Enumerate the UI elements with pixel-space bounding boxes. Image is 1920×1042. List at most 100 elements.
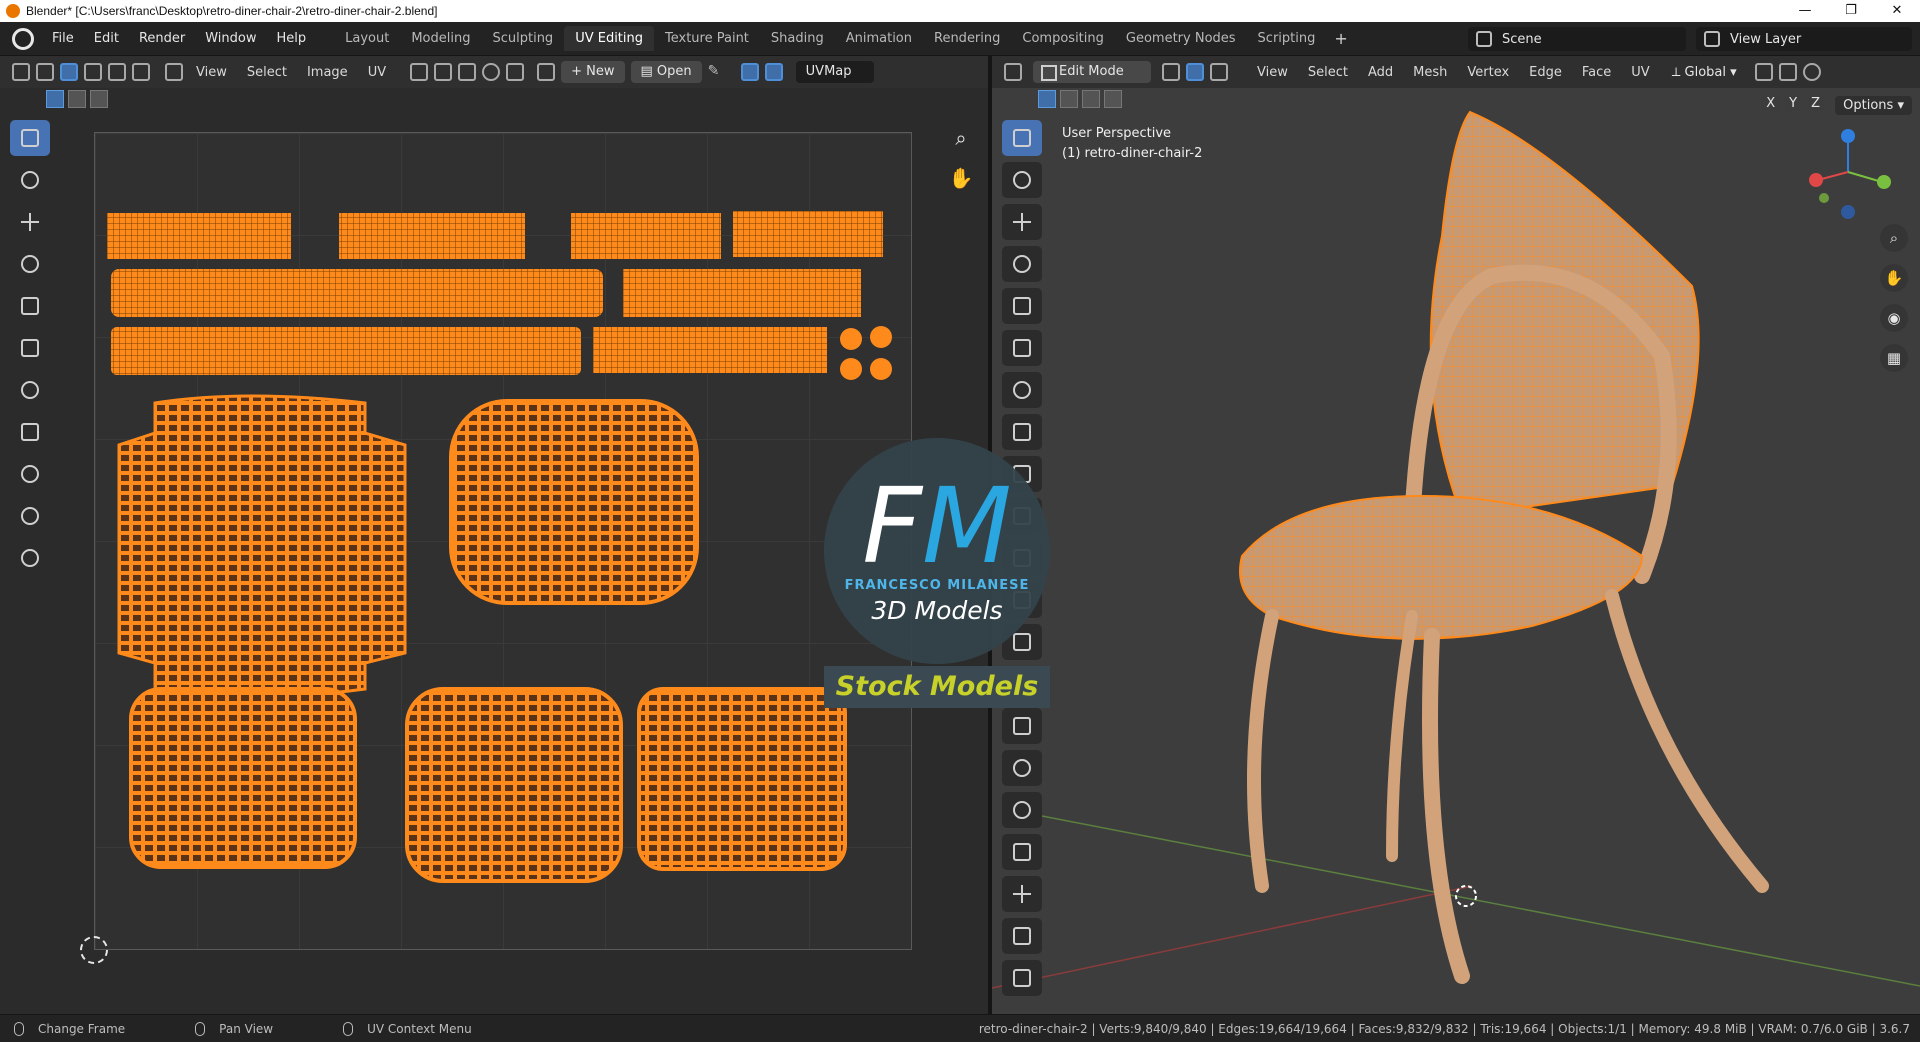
tab-shading[interactable]: Shading [760,26,835,51]
edge-mode-icon[interactable] [1186,63,1204,81]
mirror-y-toggle[interactable]: Y [1785,96,1802,111]
menu-help[interactable]: Help [267,31,317,46]
tab-sculpting[interactable]: Sculpting [481,26,564,51]
mirror-x-toggle[interactable]: X [1762,96,1780,111]
grab-tool[interactable] [10,456,50,492]
vp-menu-add[interactable]: Add [1358,65,1403,80]
vp-shrink-tool[interactable] [1002,876,1042,912]
pin-icon[interactable]: ✎ [708,63,726,81]
add-workspace-button[interactable]: + [1326,29,1355,48]
vertex-select-icon[interactable] [60,63,78,81]
tab-geometry-nodes[interactable]: Geometry Nodes [1115,26,1247,51]
transform-pivot-icon[interactable] [1754,63,1773,81]
menu-window[interactable]: Window [195,31,266,46]
menu-edit[interactable]: Edit [84,31,129,46]
vp-menu-edge[interactable]: Edge [1519,65,1572,80]
tab-uv-editing[interactable]: UV Editing [564,26,655,51]
uv-menu-image[interactable]: Image [297,65,358,80]
overlays-icon[interactable] [764,63,783,81]
menu-file[interactable]: File [42,31,84,46]
proportional-edit-icon[interactable] [482,63,501,81]
tab-modeling[interactable]: Modeling [400,26,481,51]
zoom-icon[interactable]: ⌕ [948,126,974,152]
snap-icon[interactable] [434,63,453,81]
select-extend-icon[interactable] [68,90,86,108]
uvmap-selector[interactable]: UVMap [795,61,874,83]
cursor-tool[interactable] [10,162,50,198]
vp-snap-icon[interactable] [1778,63,1797,81]
vp-smooth-tool[interactable] [1002,792,1042,828]
scale-tool[interactable] [10,288,50,324]
uv-menu-uv[interactable]: UV [358,65,396,80]
uv-2d-cursor-icon[interactable] [80,936,108,964]
vp-cursor-tool[interactable] [1002,162,1042,198]
tab-rendering[interactable]: Rendering [923,26,1011,51]
restore-button[interactable]: ❐ [1828,0,1874,22]
uv-menu-select[interactable]: Select [237,65,297,80]
options-button[interactable]: Options ▾ [1835,96,1912,115]
mode-selector[interactable]: Edit Mode [1033,61,1151,83]
rip-tool[interactable] [10,414,50,450]
vp-menu-select[interactable]: Select [1298,65,1358,80]
tab-texture-paint[interactable]: Texture Paint [654,26,760,51]
island-select-icon[interactable] [132,63,150,81]
select-subtract-icon[interactable] [90,90,108,108]
select-new-icon[interactable] [46,90,64,108]
vp-pan-icon[interactable]: ✋ [1880,264,1908,292]
rotate-tool[interactable] [10,246,50,282]
vp-shear-tool[interactable] [1002,918,1042,954]
tab-scripting[interactable]: Scripting [1247,26,1327,51]
vp-poly-build-tool[interactable] [1002,708,1042,744]
vp-select-subtract-icon[interactable] [1082,90,1100,108]
menu-render[interactable]: Render [129,31,195,46]
vp-annotate-tool[interactable] [1002,372,1042,408]
select-box-tool[interactable] [10,120,50,156]
vertex-mode-icon[interactable] [1162,63,1180,81]
uv-canvas[interactable] [94,132,912,950]
vp-select-new-icon[interactable] [1038,90,1056,108]
neg-y-axis-icon[interactable] [1819,193,1829,203]
sticky-select-icon[interactable] [165,63,183,81]
snap-target-icon[interactable] [458,63,477,81]
axis-navigation-gizmo[interactable] [1800,124,1896,220]
face-select-icon[interactable] [108,63,126,81]
vp-scale-tool[interactable] [1002,288,1042,324]
edge-select-icon[interactable] [84,63,102,81]
pan-hand-icon[interactable]: ✋ [948,166,974,192]
move-tool[interactable] [10,204,50,240]
3d-viewport[interactable]: Edit Mode View Select Add Mesh Vertex Ed… [992,56,1920,1014]
image-browse-icon[interactable] [537,63,556,81]
vp-rotate-tool[interactable] [1002,246,1042,282]
vp-menu-mesh[interactable]: Mesh [1403,65,1457,80]
vp-menu-uv[interactable]: UV [1621,65,1659,80]
uv-sync-icon[interactable] [740,63,759,81]
viewport-editor-type-icon[interactable] [1004,63,1022,81]
z-axis-icon[interactable] [1841,129,1855,143]
vp-zoom-icon[interactable]: ⌕ [1880,224,1908,252]
vp-select-extend-icon[interactable] [1060,90,1078,108]
y-axis-icon[interactable] [1877,175,1891,189]
vp-menu-vertex[interactable]: Vertex [1457,65,1519,80]
pinch-tool[interactable] [10,540,50,576]
perspective-toggle-icon[interactable]: ▦ [1880,344,1908,372]
scene-selector[interactable]: Scene [1468,27,1686,51]
face-mode-icon[interactable] [1210,63,1228,81]
new-image-button[interactable]: + New [561,61,625,83]
vp-proportional-icon[interactable] [1802,63,1821,81]
open-image-button[interactable]: ▤ Open [630,61,702,83]
transform-tool[interactable] [10,330,50,366]
relax-tool[interactable] [10,498,50,534]
tab-animation[interactable]: Animation [835,26,923,51]
close-button[interactable]: ✕ [1874,0,1920,22]
tab-compositing[interactable]: Compositing [1011,26,1115,51]
vp-select-invert-icon[interactable] [1104,90,1122,108]
falloff-icon[interactable] [506,63,525,81]
vp-edge-slide-tool[interactable] [1002,834,1042,870]
vp-spin-tool[interactable] [1002,750,1042,786]
transform-orientation-selector[interactable]: ⟂ Global ▾ [1672,65,1737,80]
pivot-icon[interactable] [410,63,429,81]
vp-menu-face[interactable]: Face [1572,65,1621,80]
vp-select-box-tool[interactable] [1002,120,1042,156]
neg-z-axis-icon[interactable] [1841,205,1855,219]
editor-type-icon[interactable] [12,63,30,81]
